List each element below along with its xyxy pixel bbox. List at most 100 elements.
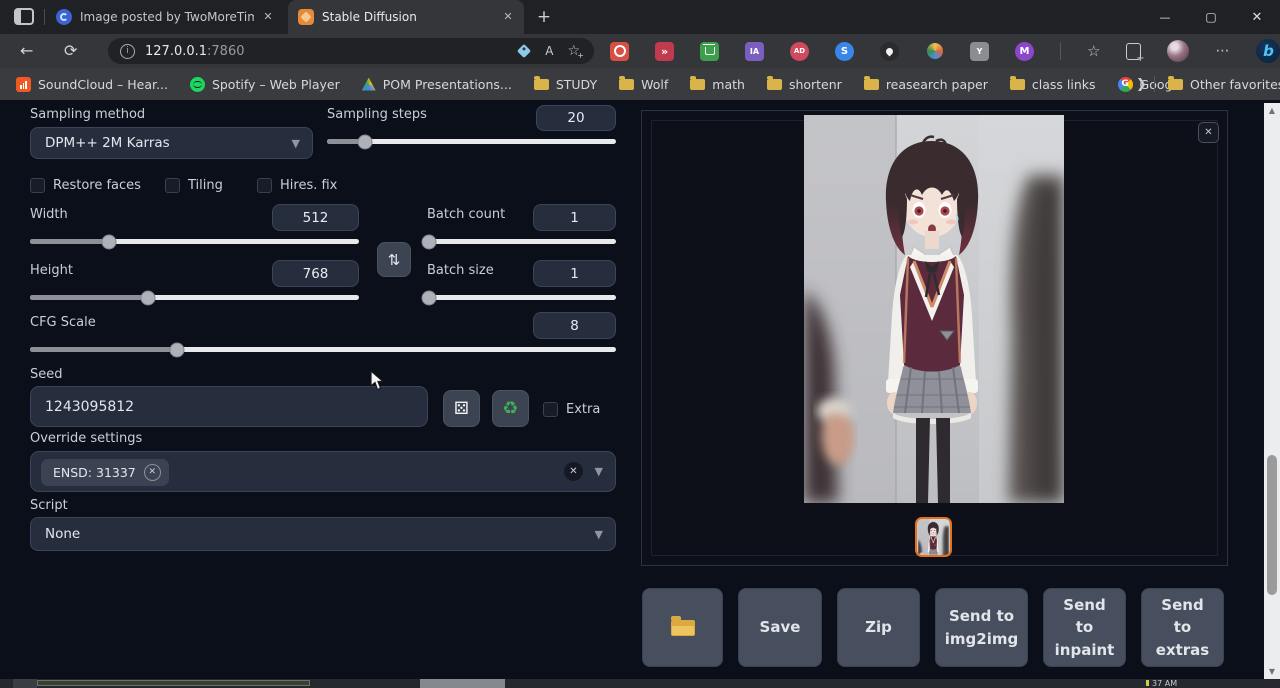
width-slider[interactable] xyxy=(30,239,359,244)
bookmark-drive[interactable]: POM Presentations... xyxy=(362,77,512,92)
batch-size-label: Batch size xyxy=(427,263,494,278)
other-favorites[interactable]: Other favorites xyxy=(1168,77,1280,92)
ext-trash-icon[interactable] xyxy=(700,42,719,61)
hires-fix-checkbox[interactable] xyxy=(257,178,272,193)
clear-all-icon[interactable]: ✕ xyxy=(564,462,583,481)
bookmark-folder-classlinks[interactable]: class links xyxy=(1010,77,1096,92)
height-slider[interactable] xyxy=(30,295,359,300)
shopping-tag-icon[interactable] xyxy=(517,44,531,58)
ext-ia-icon[interactable]: IA xyxy=(745,42,764,61)
window-close-button[interactable]: ✕ xyxy=(1234,0,1280,34)
collections-icon[interactable] xyxy=(1126,43,1141,60)
profile-avatar[interactable] xyxy=(1167,40,1189,62)
restore-faces-label: Restore faces xyxy=(53,178,141,193)
bookmark-folder-study[interactable]: STUDY xyxy=(534,77,597,92)
send-to-extras-button[interactable]: Send to extras xyxy=(1141,588,1224,667)
send-to-inpaint-button[interactable]: Send to inpaint xyxy=(1043,588,1126,667)
bing-icon[interactable]: b xyxy=(1256,39,1280,63)
swap-dimensions-button[interactable]: ⇅ xyxy=(377,242,411,277)
script-select[interactable]: None▼ xyxy=(30,517,616,551)
ext-shazam-icon[interactable]: S xyxy=(835,42,854,61)
site-info-icon[interactable]: i xyxy=(120,44,135,59)
bookmark-folder-wolf[interactable]: Wolf xyxy=(619,77,668,92)
favorites-icon[interactable]: ☆ xyxy=(1087,42,1100,60)
slider-handle[interactable] xyxy=(101,234,116,249)
refresh-icon[interactable]: ⟳ xyxy=(64,41,77,60)
width-value[interactable]: 512 xyxy=(272,204,359,231)
new-tab-button[interactable]: + xyxy=(534,7,554,27)
generated-image[interactable] xyxy=(804,115,1064,503)
bookmark-folder-research[interactable]: reasearch paper xyxy=(864,77,988,92)
batch-count-slider[interactable] xyxy=(427,239,616,244)
close-tab-icon[interactable]: ✕ xyxy=(500,9,516,25)
zip-button[interactable]: Zip xyxy=(837,588,920,667)
batch-size-value[interactable]: 1 xyxy=(533,260,616,287)
bookmarks-bar: SoundCloud – Hear... Spotify – Web Playe… xyxy=(0,68,1280,100)
address-bar[interactable]: i 127.0.0.1 :7860 A ☆+ xyxy=(108,38,594,64)
slider-handle[interactable] xyxy=(421,290,436,305)
bookmark-soundcloud[interactable]: SoundCloud – Hear... xyxy=(16,77,168,92)
height-value[interactable]: 768 xyxy=(272,260,359,287)
scroll-down-icon[interactable]: ▼ xyxy=(1264,664,1280,679)
bookmark-spotify[interactable]: Spotify – Web Player xyxy=(190,77,340,92)
ext-pin-icon[interactable] xyxy=(880,42,899,61)
ext-globe-icon[interactable] xyxy=(925,42,944,61)
bookmark-folder-shortenr[interactable]: shortenr xyxy=(767,77,842,92)
batch-count-value[interactable]: 1 xyxy=(533,204,616,231)
open-folder-button[interactable] xyxy=(642,588,723,667)
sampling-method-label: Sampling method xyxy=(30,107,145,122)
seed-input[interactable]: 1243095812 xyxy=(30,386,428,427)
slider-handle[interactable] xyxy=(141,290,156,305)
cfg-scale-value[interactable]: 8 xyxy=(533,312,616,339)
bookmark-folder-math[interactable]: math xyxy=(690,77,745,92)
restore-faces-checkbox[interactable] xyxy=(30,178,45,193)
folder-icon xyxy=(619,79,634,90)
cfg-scale-slider[interactable] xyxy=(30,347,616,352)
override-chip[interactable]: ENSD: 31337✕ xyxy=(41,459,169,486)
bookmarks-divider xyxy=(1154,76,1155,92)
batch-size-slider[interactable] xyxy=(427,295,616,300)
vertical-scrollbar[interactable]: ▲ ▼ xyxy=(1264,103,1280,679)
close-tab-icon[interactable]: ✕ xyxy=(260,9,276,25)
send-to-img2img-button[interactable]: Send to img2img xyxy=(935,588,1028,667)
ext-adblock-icon[interactable]: AD xyxy=(790,42,809,61)
close-image-button[interactable]: ✕ xyxy=(1198,122,1219,143)
sampling-steps-slider[interactable] xyxy=(327,139,616,144)
ext-o-icon[interactable] xyxy=(610,42,629,61)
ext-fastforward-icon[interactable]: » xyxy=(655,42,674,61)
maximize-button[interactable]: ▢ xyxy=(1188,0,1234,34)
random-seed-button[interactable]: ⚄ xyxy=(443,390,480,427)
tab-civitai[interactable]: Image posted by TwoMoreTimes ✕ xyxy=(46,0,284,34)
back-icon[interactable]: ← xyxy=(20,41,33,60)
read-aloud-icon[interactable]: A xyxy=(545,44,553,58)
reuse-seed-button[interactable]: ♻ xyxy=(492,390,529,427)
sampling-method-select[interactable]: DPM++ 2M Karras▼ xyxy=(30,127,313,159)
settings-menu-icon[interactable]: ⋯ xyxy=(1215,43,1230,59)
ext-y-icon[interactable]: Y xyxy=(970,42,989,61)
gallery-actions: Save Zip Send to img2img Send to inpaint… xyxy=(642,588,1228,667)
slider-handle[interactable] xyxy=(169,342,184,357)
tab-stable-diffusion[interactable]: Stable Diffusion ✕ xyxy=(288,0,524,34)
remove-chip-icon[interactable]: ✕ xyxy=(144,464,161,481)
scrollbar-thumb[interactable] xyxy=(1267,455,1277,595)
add-favorite-icon[interactable]: ☆+ xyxy=(567,43,580,59)
sampling-steps-label: Sampling steps xyxy=(327,107,427,122)
sampling-steps-value[interactable]: 20 xyxy=(536,105,616,131)
bookmarks-overflow-icon[interactable]: ❯ xyxy=(1136,77,1147,92)
slider-handle[interactable] xyxy=(357,134,372,149)
tab-divider xyxy=(44,9,45,25)
minimize-button[interactable]: — xyxy=(1142,0,1188,34)
save-button[interactable]: Save xyxy=(738,588,822,667)
scroll-up-icon[interactable]: ▲ xyxy=(1264,103,1280,118)
url-host: 127.0.0.1 xyxy=(145,44,207,59)
folder-icon xyxy=(690,79,705,90)
ext-m-icon[interactable]: M xyxy=(1015,42,1034,61)
chevron-down-icon: ▼ xyxy=(595,528,603,541)
override-settings-field[interactable]: ENSD: 31337✕ ✕ ▼ xyxy=(30,451,616,492)
folder-icon xyxy=(1168,79,1183,90)
tiling-checkbox[interactable] xyxy=(165,178,180,193)
gallery-thumbnail[interactable] xyxy=(915,517,952,557)
workspaces-icon[interactable] xyxy=(14,8,34,25)
slider-handle[interactable] xyxy=(421,234,436,249)
extra-seed-checkbox[interactable] xyxy=(543,402,558,417)
